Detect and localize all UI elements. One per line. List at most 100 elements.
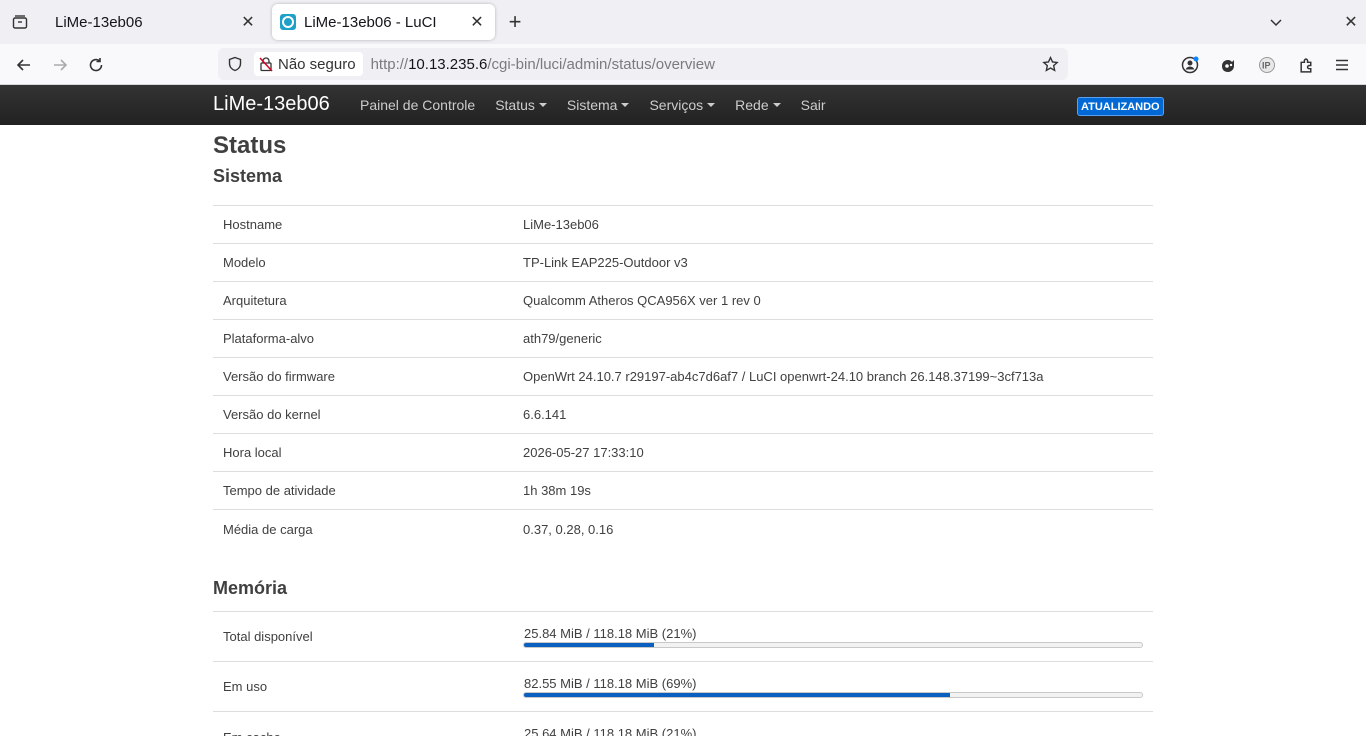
menu-item-rede[interactable]: Rede	[735, 97, 781, 113]
row-value: 0.37, 0.28, 0.16	[523, 521, 614, 537]
menu-item-painel[interactable]: Painel de Controle	[360, 97, 475, 113]
menu-label: Status	[495, 97, 535, 113]
close-tab-icon[interactable]: ✕	[236, 10, 260, 34]
browser-tab-1[interactable]: LiMe-13eb06 ✕	[43, 4, 266, 40]
svg-text:IP: IP	[1262, 61, 1271, 71]
menu-label: Sistema	[566, 97, 618, 113]
table-row: Versão do kernel 6.6.141	[213, 396, 1153, 434]
close-tab-icon[interactable]: ✕	[465, 10, 489, 34]
extension-gnome-icon[interactable]	[1215, 52, 1241, 78]
row-label: Versão do firmware	[223, 369, 335, 384]
row-label: Tempo de atividade	[223, 483, 336, 498]
row-label: Em cache	[213, 730, 523, 736]
url-host: 10.13.235.6	[408, 55, 488, 73]
memory-progress-cell: 25.84 MiB / 118.18 MiB (21%)	[523, 626, 1153, 648]
table-row: Tempo de atividade 1h 38m 19s	[213, 472, 1153, 510]
caret-down-icon	[772, 103, 781, 107]
menu-label: Serviços	[649, 97, 704, 113]
brand-hostname[interactable]: LiMe-13eb06	[213, 93, 330, 116]
row-label: Total disponível	[223, 629, 313, 644]
row-value: 6.6.141	[523, 407, 567, 422]
row-value: TP-Link EAP225-Outdoor v3	[523, 255, 688, 270]
table-row: Hostname LiMe-13eb06	[213, 206, 1153, 244]
row-value: OpenWrt 24.10.7 r29197-ab4c7d6af7 / LuCI…	[523, 369, 1044, 384]
progress-label: 82.55 MiB / 118.18 MiB (69%)	[524, 675, 697, 691]
account-icon[interactable]	[1177, 52, 1203, 78]
insecure-lock-icon	[258, 56, 274, 72]
row-label: Modelo	[223, 255, 266, 270]
table-row: Em cache25.64 MiB / 118.18 MiB (21%)	[213, 712, 1153, 736]
address-bar[interactable]: Não seguro http://10.13.235.6/cgi-bin/lu…	[218, 48, 1068, 80]
memory-table: Total disponível 25.84 MiB / 118.18 MiB (…	[213, 611, 1153, 736]
tab-title: LiMe-13eb06	[55, 13, 143, 31]
row-label: Arquitetura	[223, 293, 287, 308]
menu-item-servicos[interactable]: Serviços	[649, 97, 716, 113]
not-secure-indicator[interactable]: Não seguro	[254, 52, 363, 76]
tab-list-icon[interactable]	[8, 10, 32, 34]
progress-bar	[523, 691, 1143, 698]
row-value: LiMe-13eb06	[523, 217, 599, 232]
caret-down-icon	[707, 103, 716, 107]
row-label: Em uso	[223, 679, 268, 694]
caret-down-icon	[538, 103, 547, 107]
hamburger-menu-icon[interactable]	[1329, 52, 1355, 78]
system-table: Hostname LiMe-13eb06 Modelo TP-Link EAP225-…	[213, 205, 1153, 548]
table-row: Versão do firmware OpenWrt 24.10.7 r29197…	[213, 358, 1153, 396]
row-label: Hostname	[223, 217, 283, 232]
memory-progress-cell: 25.64 MiB / 118.18 MiB (21%)	[523, 726, 1153, 736]
memory-section-title: Memória	[213, 578, 288, 598]
forward-arrow-icon[interactable]	[47, 52, 73, 78]
url-prefix: http://	[370, 55, 409, 73]
table-row: Hora local 2026-05-27 17:33:10	[213, 434, 1153, 472]
row-label: Plataforma-alvo	[223, 331, 315, 346]
browser-tab-strip: LiMe-13eb06 ✕ LiMe-13eb06 - LuCI ✕ + ✕	[0, 0, 1366, 44]
row-value: ath79/generic	[523, 331, 602, 346]
url-text[interactable]: http://10.13.235.6/cgi-bin/luci/admin/st…	[371, 56, 715, 73]
progress-fill	[524, 692, 951, 697]
url-path: /cgi-bin/luci/admin/status/overview	[487, 55, 715, 73]
progress-fill	[524, 642, 654, 647]
memory-section: Memória Total disponível 25.84 MiB / 118.…	[213, 568, 1153, 736]
page-title: Status	[213, 132, 287, 159]
bookmark-star-icon[interactable]	[1040, 54, 1060, 74]
menu-item-sistema[interactable]: Sistema	[567, 97, 630, 113]
new-tab-button[interactable]: +	[503, 9, 527, 34]
main-menu: Painel de Controle Status Sistema Serviç…	[360, 97, 846, 113]
system-section: Sistema Hostname LiMe-13eb06 Modelo TP-Link…	[213, 166, 1153, 548]
menu-label: Painel de Controle	[360, 97, 476, 113]
caret-down-icon	[621, 103, 630, 107]
row-value: 1h 38m 19s	[523, 483, 591, 498]
refresh-status-badge[interactable]: ATUALIZANDO	[1077, 97, 1164, 116]
row-label: Versão do kernel	[223, 407, 321, 422]
table-row: Modelo TP-Link EAP225-Outdoor v3	[213, 244, 1153, 282]
back-arrow-icon[interactable]	[11, 52, 37, 78]
menu-item-status[interactable]: Status	[495, 97, 547, 113]
progress-bar	[523, 641, 1143, 648]
table-row: Total disponível 25.84 MiB / 118.18 MiB (…	[213, 612, 1153, 662]
reload-icon[interactable]	[83, 52, 109, 78]
shield-icon[interactable]	[226, 55, 244, 73]
browser-tab-2[interactable]: LiMe-13eb06 - LuCI ✕	[272, 4, 495, 40]
security-label: Não seguro	[278, 55, 356, 73]
chevron-down-icon[interactable]	[1264, 10, 1288, 34]
table-row: Média de carga 0.37, 0.28, 0.16	[213, 510, 1153, 548]
table-row: Arquitetura Qualcomm Atheros QCA956X ver …	[213, 282, 1153, 320]
progress-label: 25.84 MiB / 118.18 MiB (21%)	[524, 625, 697, 641]
browser-toolbar: Não seguro http://10.13.235.6/cgi-bin/lu…	[0, 44, 1366, 85]
system-section-title: Sistema	[213, 166, 283, 186]
ip-address-extension-icon[interactable]: IP	[1255, 52, 1281, 78]
row-label: Hora local	[223, 445, 282, 460]
row-value: Qualcomm Atheros QCA956X ver 1 rev 0	[523, 293, 761, 308]
memory-progress-cell: 82.55 MiB / 118.18 MiB (69%)	[523, 676, 1153, 698]
table-row: Em uso 82.55 MiB / 118.18 MiB (69%)	[213, 662, 1153, 712]
menu-label: Sair	[800, 97, 826, 113]
luci-favicon-icon	[280, 14, 296, 30]
menu-item-sair[interactable]: Sair	[801, 97, 826, 113]
main-content: Status Sistema Hostname LiMe-13eb06 Modelo…	[213, 125, 1153, 736]
tab-title: LiMe-13eb06 - LuCI	[304, 13, 437, 31]
close-window-icon[interactable]: ✕	[1339, 10, 1363, 34]
table-row: Plataforma-alvo ath79/generic	[213, 320, 1153, 358]
menu-label: Rede	[735, 97, 769, 113]
extensions-puzzle-icon[interactable]	[1293, 52, 1319, 78]
luci-header: LiMe-13eb06 Painel de Controle Status Si…	[0, 85, 1366, 125]
